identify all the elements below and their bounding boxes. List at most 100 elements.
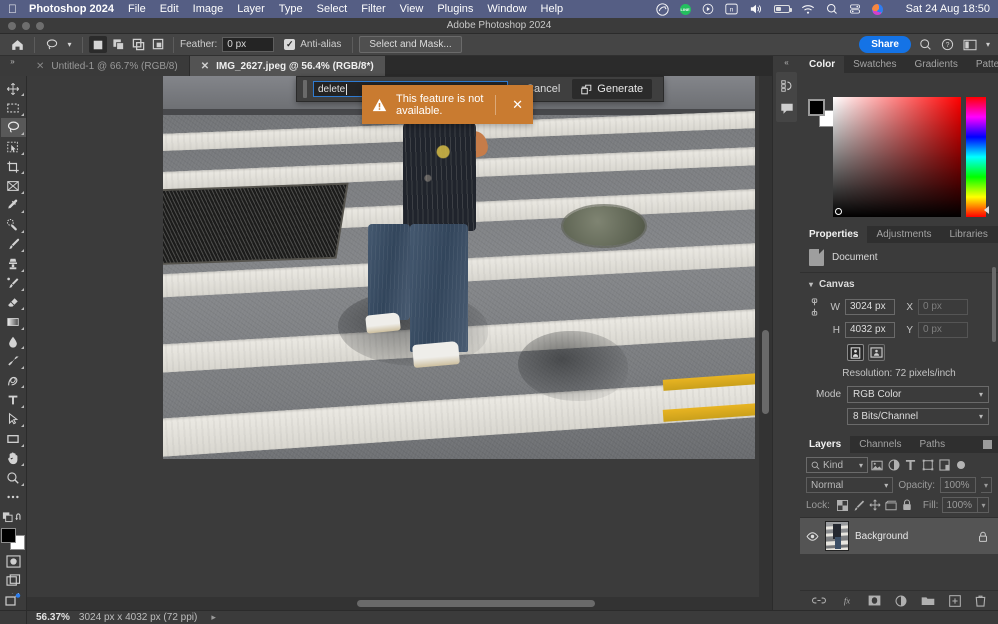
canvas-height-input[interactable]: 4032 px — [845, 322, 895, 338]
add-layer-mask-icon[interactable] — [868, 595, 881, 606]
lock-transparent-pixels-icon[interactable] — [835, 500, 851, 511]
comments-icon[interactable] — [776, 97, 797, 119]
landscape-orientation-icon[interactable] — [868, 344, 885, 361]
new-selection-button[interactable] — [89, 36, 107, 53]
tab-layers[interactable]: Layers — [800, 436, 850, 453]
maximize-window-button[interactable] — [36, 22, 44, 30]
chevron-down-icon[interactable]: ▾ — [63, 36, 76, 54]
filter-pixel-icon[interactable] — [868, 460, 885, 471]
notion-icon[interactable]: n — [725, 3, 738, 15]
pen-tool[interactable] — [1, 371, 26, 390]
screen-mode-icon[interactable] — [1, 571, 26, 590]
menu-file[interactable]: File — [128, 3, 146, 15]
link-dimensions-icon[interactable] — [809, 298, 820, 316]
filter-enable-toggle[interactable] — [957, 461, 965, 469]
chevron-down-icon[interactable]: ▾ — [809, 280, 813, 289]
add-to-selection-button[interactable] — [109, 36, 127, 53]
default-colors-and-swap[interactable] — [1, 507, 26, 526]
menu-bar-clock[interactable]: Sat 24 Aug 18:50 — [906, 3, 990, 15]
hand-tool[interactable] — [1, 449, 26, 468]
anti-alias-checkbox[interactable]: ✓ — [284, 39, 295, 50]
filter-type-icon[interactable] — [902, 459, 919, 471]
chevron-right-icon[interactable]: ▸ — [211, 612, 216, 623]
foreground-color-swatch[interactable] — [808, 99, 825, 116]
search-icon[interactable] — [919, 38, 932, 51]
panel-menu-icon[interactable] — [977, 436, 998, 453]
close-icon[interactable]: ✕ — [36, 61, 44, 72]
chevron-down-icon[interactable]: ▾ — [981, 477, 992, 493]
menu-view[interactable]: View — [400, 3, 424, 15]
hue-marker[interactable] — [984, 206, 989, 214]
subtract-from-selection-button[interactable] — [129, 36, 147, 53]
new-group-icon[interactable] — [921, 595, 935, 606]
canvas-x-input[interactable]: 0 px — [918, 299, 968, 315]
canvas-horizontal-scrollbar[interactable] — [27, 597, 759, 610]
filter-smart-object-icon[interactable] — [936, 459, 953, 471]
chevron-down-icon[interactable]: ▾ — [978, 497, 989, 513]
filter-adjustment-icon[interactable] — [885, 459, 902, 471]
generate-button[interactable]: Generate — [572, 79, 652, 99]
eraser-tool[interactable] — [1, 293, 26, 312]
close-icon[interactable]: ✕ — [201, 61, 209, 72]
menu-app-name[interactable]: Photoshop 2024 — [29, 3, 114, 15]
gradient-tool[interactable] — [1, 312, 26, 331]
tab-adjustments[interactable]: Adjustments — [867, 226, 940, 243]
lock-position-icon[interactable] — [867, 499, 883, 511]
feather-input[interactable]: 0 px — [222, 37, 274, 52]
tab-channels[interactable]: Channels — [850, 436, 910, 453]
share-document-icon[interactable] — [1, 591, 26, 610]
tab-paths[interactable]: Paths — [911, 436, 955, 453]
battery-icon[interactable] — [774, 5, 790, 13]
minimize-window-button[interactable] — [22, 22, 30, 30]
share-button[interactable]: Share — [859, 36, 911, 53]
lasso-tool[interactable] — [1, 118, 26, 137]
creative-cloud-icon[interactable] — [656, 3, 669, 16]
close-window-button[interactable] — [8, 22, 16, 30]
color-picker-field[interactable] — [833, 97, 961, 217]
rectangular-marquee-tool[interactable] — [1, 98, 26, 117]
chevron-down-icon[interactable]: ▾ — [986, 40, 990, 49]
menu-select[interactable]: Select — [317, 3, 348, 15]
menu-layer[interactable]: Layer — [237, 3, 265, 15]
table-row[interactable]: Background — [800, 518, 998, 554]
link-layers-icon[interactable] — [812, 596, 826, 605]
help-icon[interactable]: ? — [941, 38, 954, 51]
scrollbar-thumb[interactable] — [357, 600, 595, 607]
taskbar-drag-handle[interactable] — [303, 80, 307, 98]
brush-tool[interactable] — [1, 235, 26, 254]
history-icon[interactable] — [776, 75, 797, 97]
fill-input[interactable]: 100% — [942, 497, 978, 513]
properties-scrollbar-thumb[interactable] — [992, 267, 996, 342]
bit-depth-select[interactable]: 8 Bits/Channel ▾ — [847, 408, 989, 425]
home-icon[interactable] — [6, 36, 28, 54]
foreground-color-swatch[interactable] — [1, 528, 16, 543]
edit-toolbar-tool[interactable] — [1, 488, 26, 507]
volume-icon[interactable] — [749, 3, 763, 15]
canvas-y-input[interactable]: 0 px — [918, 322, 968, 338]
quick-mask-icon[interactable] — [1, 552, 26, 571]
horizontal-type-tool[interactable] — [1, 390, 26, 409]
canvas-width-input[interactable]: 3024 px — [845, 299, 895, 315]
layer-style-fx-icon[interactable]: fx — [840, 595, 854, 606]
document-tab-untitled[interactable]: ✕ Untitled-1 @ 66.7% (RGB/8) — [25, 56, 190, 76]
delete-layer-icon[interactable] — [975, 595, 986, 607]
menu-help[interactable]: Help — [541, 3, 564, 15]
portrait-orientation-icon[interactable] — [847, 344, 864, 361]
intersect-with-selection-button[interactable] — [149, 36, 167, 53]
history-brush-tool[interactable] — [1, 274, 26, 293]
zoom-level[interactable]: 56.37% — [27, 612, 79, 623]
menu-image[interactable]: Image — [193, 3, 224, 15]
lasso-tool-icon[interactable] — [41, 36, 63, 54]
foreground-background-color[interactable] — [1, 528, 25, 549]
layer-filter-kind-select[interactable]: Kind ▾ — [806, 457, 868, 473]
color-picker-cursor[interactable] — [835, 208, 842, 215]
tab-color[interactable]: Color — [800, 56, 844, 73]
document-canvas-area[interactable] — [27, 76, 772, 610]
clone-stamp-tool[interactable] — [1, 254, 26, 273]
tab-libraries[interactable]: Libraries — [941, 226, 997, 243]
color-panel-swatches[interactable] — [808, 99, 836, 127]
scrollbar-thumb[interactable] — [762, 330, 769, 414]
eye-icon[interactable] — [806, 532, 819, 541]
image-canvas[interactable] — [163, 76, 755, 459]
frame-tool[interactable] — [1, 176, 26, 195]
